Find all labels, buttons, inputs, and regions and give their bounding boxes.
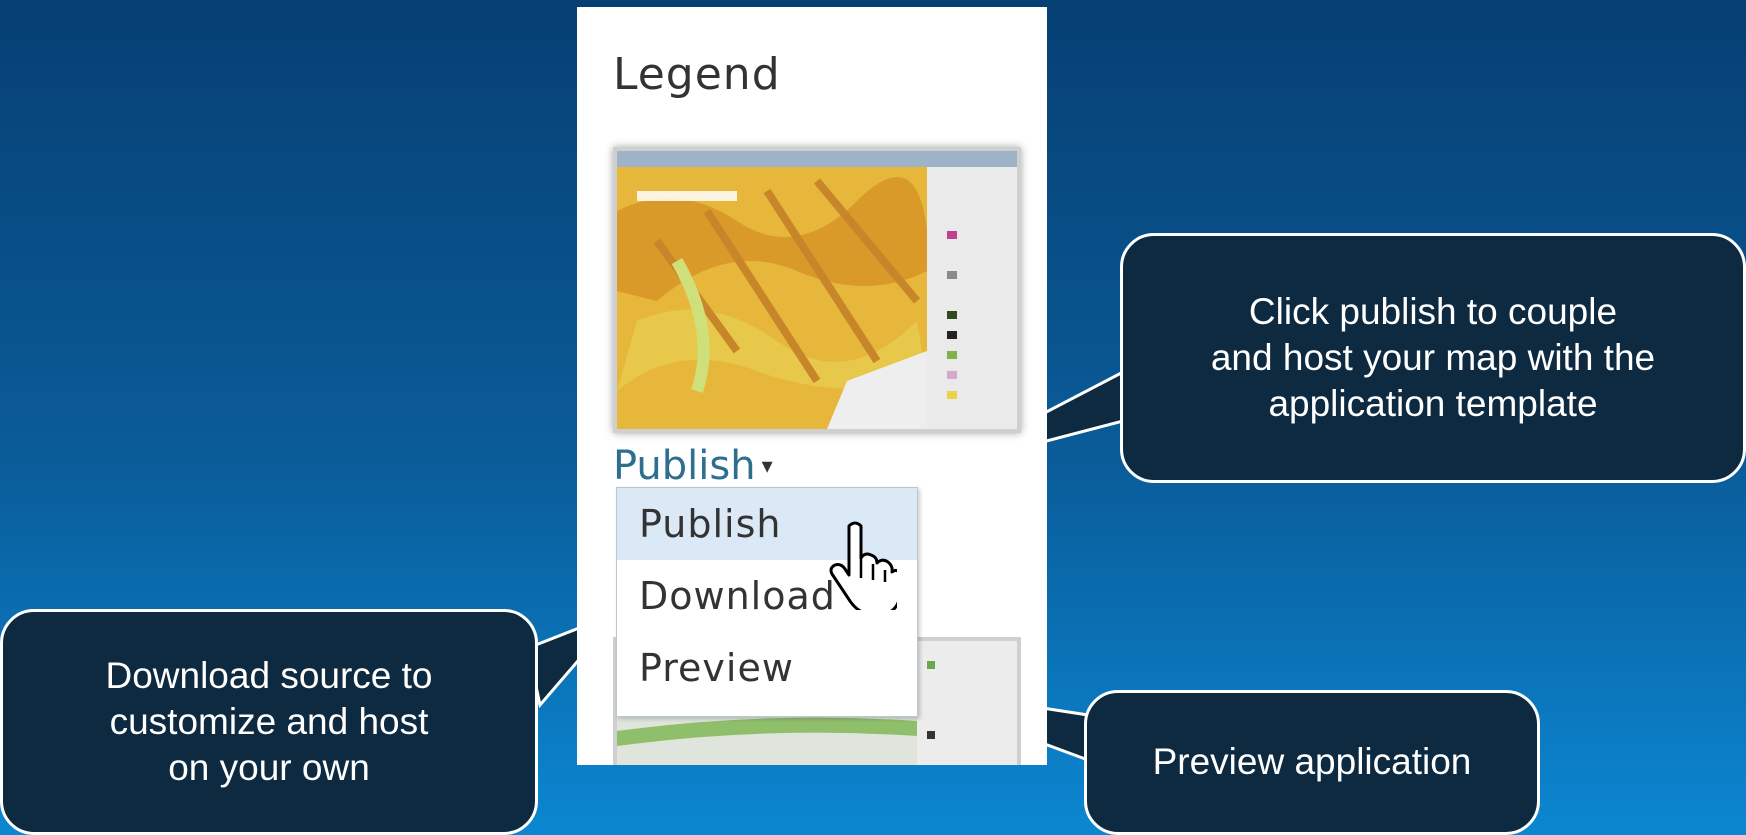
map-template-thumbnail[interactable] (613, 147, 1021, 433)
dropdown-caret-icon: ▾ (761, 453, 773, 479)
download-callout-line-1: Download source to (105, 654, 433, 696)
publish-trigger-label: Publish (613, 443, 756, 489)
publish-callout-line-1: Click publish to couple (1248, 290, 1618, 332)
preview-callout: Preview application (1084, 690, 1540, 835)
map-thumbnail-image (617, 151, 1017, 429)
hand-pointer-cursor-icon (829, 521, 897, 610)
legend-panel: Legend Publish ▾ Publish Download Previe… (577, 7, 1047, 765)
publish-callout-line-3: application template (1268, 383, 1598, 425)
download-callout-line-3: on your own (168, 747, 370, 789)
download-callout: Download source to customize and host on… (0, 609, 538, 835)
publish-callout-line-2: and host your map with the (1210, 336, 1656, 378)
menu-item-preview[interactable]: Preview (617, 632, 917, 704)
publish-dropdown-trigger[interactable]: Publish ▾ (613, 443, 773, 489)
publish-callout: Click publish to couple and host your ma… (1120, 233, 1746, 483)
download-callout-line-2: customize and host (109, 700, 429, 742)
legend-title: Legend (613, 49, 781, 100)
preview-callout-line-1: Preview application (1152, 741, 1472, 783)
